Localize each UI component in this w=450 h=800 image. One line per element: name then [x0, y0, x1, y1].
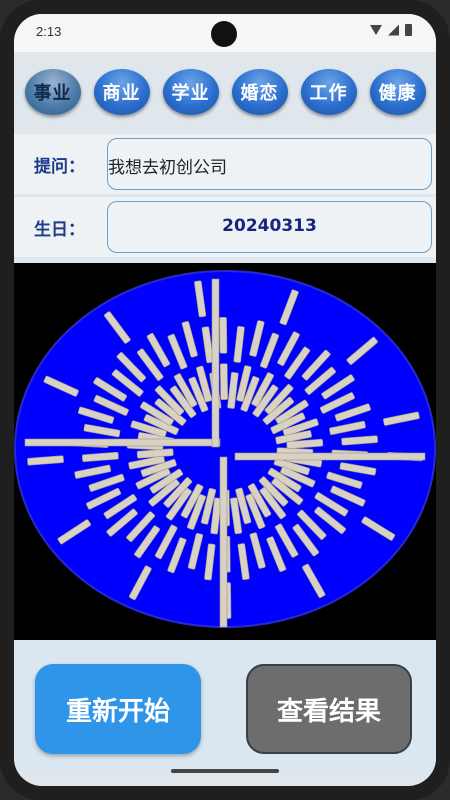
phone-frame: 2:13 事业 商业 学业 婚恋 工作 健康 提问： 我想去初创公司 生日： 2… — [0, 0, 450, 800]
front-camera — [211, 21, 237, 47]
birthday-text: 20240313 — [222, 216, 317, 236]
question-text: 我想去初创公司 — [108, 158, 227, 178]
divination-board — [14, 263, 436, 640]
birthday-row: 生日： 20240313 — [14, 197, 436, 257]
action-bar: 重新开始 查看结果 — [14, 640, 436, 772]
tab-marriage[interactable]: 婚恋 — [231, 69, 288, 115]
tab-health[interactable]: 健康 — [369, 69, 426, 115]
wifi-icon — [370, 25, 382, 35]
status-time: 2:13 — [36, 24, 62, 39]
axis-stick — [234, 452, 426, 461]
status-icons — [370, 24, 412, 36]
question-label: 提问： — [34, 157, 85, 177]
birthday-input[interactable]: 20240313 — [107, 201, 432, 253]
status-bar: 2:13 — [14, 14, 436, 52]
birthday-label: 生日： — [34, 220, 85, 240]
axis-stick — [219, 456, 228, 628]
sticks-canvas — [14, 270, 436, 628]
app-screen: 2:13 事业 商业 学业 婚恋 工作 健康 提问： 我想去初创公司 生日： 2… — [14, 14, 436, 786]
restart-button[interactable]: 重新开始 — [35, 664, 201, 754]
battery-icon — [405, 24, 412, 36]
question-row: 提问： 我想去初创公司 — [14, 134, 436, 194]
tab-business[interactable]: 商业 — [93, 69, 150, 115]
axis-stick — [211, 278, 220, 448]
gesture-nav-bar[interactable] — [171, 769, 279, 773]
tab-study[interactable]: 学业 — [162, 69, 219, 115]
category-tabs: 事业 商业 学业 婚恋 工作 健康 — [14, 62, 436, 122]
tab-work[interactable]: 工作 — [300, 69, 357, 115]
yarrow-stick — [219, 363, 228, 400]
yarrow-stick — [219, 317, 228, 354]
view-result-button[interactable]: 查看结果 — [246, 664, 412, 754]
question-input[interactable]: 我想去初创公司 — [107, 138, 432, 190]
signal-icon — [388, 24, 399, 36]
tab-career[interactable]: 事业 — [24, 69, 81, 115]
axis-stick — [24, 438, 221, 447]
